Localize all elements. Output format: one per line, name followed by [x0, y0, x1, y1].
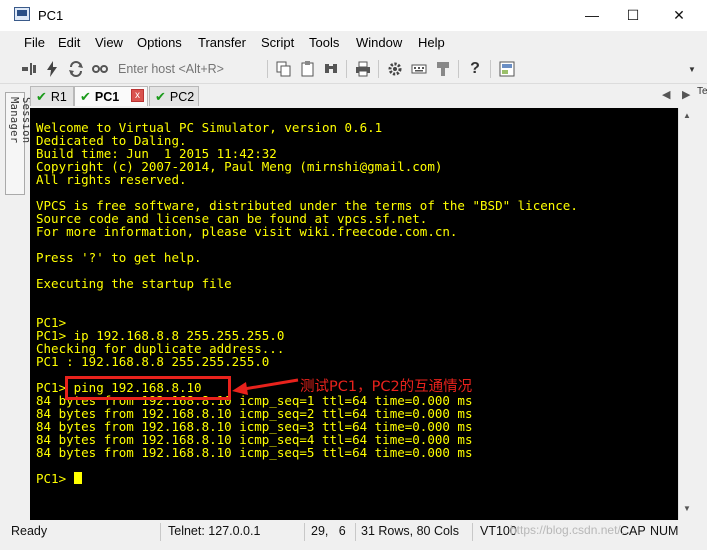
- annotation-highlight-box: [65, 376, 231, 400]
- scroll-down-arrow-icon[interactable]: ▼: [683, 504, 691, 513]
- connect-icon[interactable]: [20, 60, 38, 78]
- menu-view[interactable]: View: [95, 35, 123, 50]
- status-separator: [304, 523, 305, 541]
- connected-check-icon: ✔: [155, 88, 166, 104]
- status-separator: [472, 523, 473, 541]
- title-bar[interactable]: PC1 — ☐ ✕: [0, 0, 707, 31]
- app-icon[interactable]: [14, 7, 30, 21]
- toolbar-separator: [490, 60, 491, 78]
- tab-label: R1: [50, 89, 67, 104]
- menu-help[interactable]: Help: [418, 35, 445, 50]
- terminal-prompt: PC1>: [36, 471, 74, 486]
- paste-icon[interactable]: [299, 60, 317, 78]
- menu-script[interactable]: Script: [261, 35, 294, 50]
- menu-edit[interactable]: Edit: [58, 35, 80, 50]
- scroll-up-arrow-icon[interactable]: ▲: [683, 111, 691, 120]
- status-terminal-size: 31 Rows, 80 Cols: [361, 524, 459, 538]
- toolbar-separator: [346, 60, 347, 78]
- print-icon[interactable]: [354, 60, 372, 78]
- find-icon[interactable]: [322, 60, 340, 78]
- tab-label: PC2: [169, 89, 195, 104]
- status-separator: [160, 523, 161, 541]
- sftp-icon[interactable]: [434, 60, 452, 78]
- menu-tools[interactable]: Tools: [309, 35, 339, 50]
- copy-icon[interactable]: [275, 60, 293, 78]
- securecrt-window: PC1 — ☐ ✕ File Edit View Options Transfe…: [0, 0, 707, 550]
- connected-check-icon: ✔: [36, 88, 47, 104]
- tab-label: PC1: [94, 89, 120, 104]
- tab-scroll-left-icon[interactable]: ◀: [662, 88, 670, 101]
- status-ready: Ready: [11, 524, 48, 538]
- menu-window[interactable]: Window: [356, 35, 402, 50]
- close-tab-icon[interactable]: x: [131, 89, 144, 102]
- status-num: NUM: [650, 524, 679, 538]
- menu-transfer[interactable]: Transfer: [198, 35, 246, 50]
- minimize-button[interactable]: —: [569, 0, 615, 31]
- tab-pc2[interactable]: ✔ PC2: [149, 86, 199, 106]
- close-button[interactable]: ✕: [656, 0, 702, 31]
- terminal-output: Welcome to Virtual PC Simulator, version…: [36, 121, 578, 485]
- session-manager-tab[interactable]: Session Manager: [5, 92, 32, 195]
- reconnect-icon[interactable]: [67, 60, 85, 78]
- toolbar-separator: [267, 60, 268, 78]
- status-connection: Telnet: 127.0.0.1: [168, 524, 261, 538]
- menu-options[interactable]: Options: [137, 35, 182, 50]
- toolbar: ? ▼: [0, 55, 707, 84]
- terminal-lines: Welcome to Virtual PC Simulator, version…: [36, 120, 578, 460]
- status-cursor-position: 29, 6: [311, 524, 346, 538]
- adjacent-panel-label: Te: [697, 86, 707, 97]
- annotation-arrow-icon: [232, 378, 299, 395]
- enter-host-input[interactable]: [114, 59, 270, 79]
- settings-gear-icon[interactable]: [386, 60, 404, 78]
- tab-r1[interactable]: ✔ R1: [30, 86, 74, 106]
- quick-connect-icon[interactable]: [43, 60, 61, 78]
- connected-check-icon: ✔: [80, 88, 91, 104]
- menu-bar: File Edit View Options Transfer Script T…: [0, 31, 707, 53]
- toolbar-separator: [378, 60, 379, 78]
- keymap-icon[interactable]: [410, 60, 428, 78]
- status-separator: [355, 523, 356, 541]
- connect-session-icon[interactable]: [91, 60, 109, 78]
- help-icon[interactable]: ?: [466, 60, 484, 78]
- tab-scroll-right-icon[interactable]: ▶: [682, 88, 690, 101]
- menu-file[interactable]: File: [24, 35, 45, 50]
- session-manager-label: Session Manager: [8, 97, 32, 144]
- session-options-icon[interactable]: [498, 60, 516, 78]
- maximize-button[interactable]: ☐: [610, 0, 656, 31]
- terminal-cursor: [73, 472, 82, 484]
- annotation-text: 测试PC1，PC2的互通情况: [300, 379, 473, 395]
- toolbar-dropdown-arrow[interactable]: ▼: [688, 65, 696, 74]
- toolbar-separator: [458, 60, 459, 78]
- watermark: https://blog.csdn.net/...: [510, 523, 631, 537]
- session-tab-bar: ✔ R1 ✔ PC1 x ✔ PC2 ◀ ▶: [30, 86, 707, 106]
- terminal-scrollbar[interactable]: ▲ ▼: [678, 108, 694, 520]
- window-title: PC1: [38, 8, 64, 23]
- terminal-screen[interactable]: Welcome to Virtual PC Simulator, version…: [30, 108, 678, 520]
